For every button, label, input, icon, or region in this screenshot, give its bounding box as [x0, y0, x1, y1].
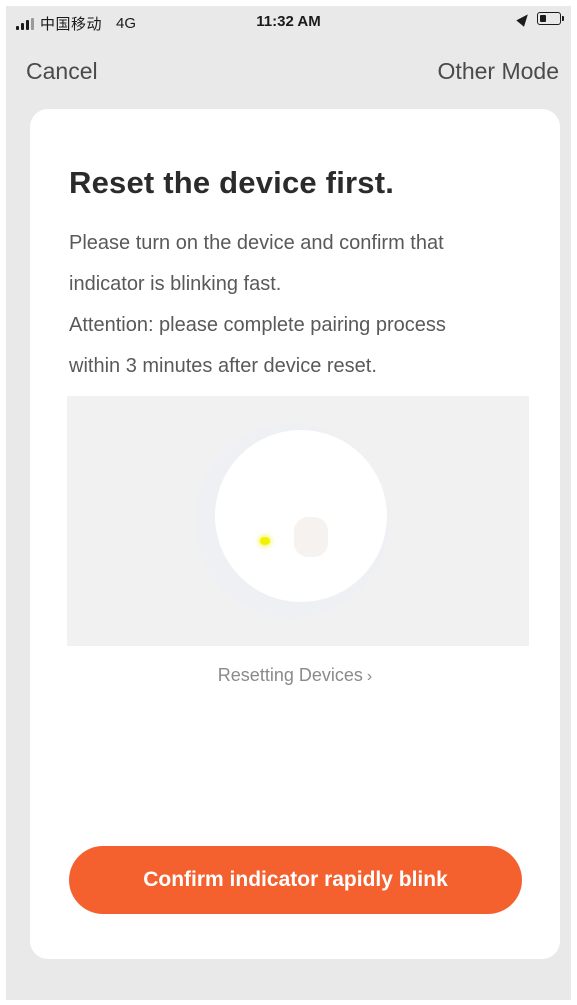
- status-right: [516, 10, 564, 27]
- battery-level: [540, 15, 546, 22]
- status-time: 11:32 AM: [256, 13, 321, 30]
- resetting-devices-label: Resetting Devices: [217, 665, 363, 685]
- instructions-text: Please turn on the device and confirm th…: [69, 223, 529, 387]
- indicator-light-icon: [260, 537, 270, 545]
- instruction-line: Attention: please complete pairing proce…: [69, 314, 446, 336]
- chevron-right-icon: ›: [366, 668, 373, 685]
- other-mode-button[interactable]: Other Mode: [438, 58, 559, 85]
- location-arrow-icon: [516, 10, 532, 27]
- confirm-indicator-button[interactable]: Confirm indicator rapidly blink: [69, 846, 522, 914]
- battery-icon: [537, 12, 564, 25]
- phone-screen: 中国移动 4G 11:32 AM Cancel Other Mode Reset…: [6, 6, 571, 1000]
- device-illustration: [215, 430, 387, 602]
- device-reset-animation: [67, 396, 529, 646]
- reset-instructions-card: Reset the device first. Please turn on t…: [30, 109, 560, 959]
- instruction-line: within 3 minutes after device reset.: [69, 355, 377, 377]
- cancel-button[interactable]: Cancel: [26, 58, 98, 85]
- resetting-devices-link[interactable]: Resetting Devices ›: [30, 665, 560, 686]
- reset-button-graphic: [294, 517, 328, 557]
- instruction-line: indicator is blinking fast.: [69, 273, 282, 295]
- nav-bar: Cancel Other Mode: [6, 50, 571, 90]
- instruction-line: Please turn on the device and confirm th…: [69, 232, 444, 254]
- status-bar: 中国移动 4G 11:32 AM: [6, 6, 571, 38]
- page-title: Reset the device first.: [69, 165, 395, 200]
